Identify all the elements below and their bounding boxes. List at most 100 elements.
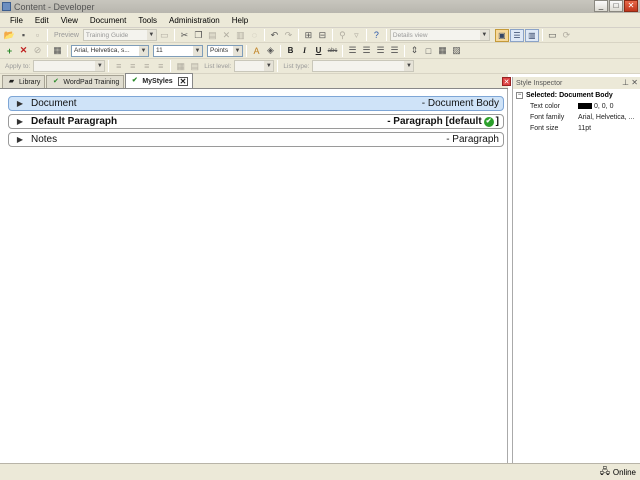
- layout-vertical-icon[interactable]: ▥: [524, 28, 539, 42]
- tab-wordpad-training[interactable]: ✔ WordPad Training: [46, 75, 125, 88]
- chevron-down-icon: ▼: [233, 45, 242, 56]
- list-level-label: List level:: [204, 62, 232, 70]
- expand-arrow-icon[interactable]: ▶: [9, 117, 31, 126]
- strikethrough-button[interactable]: abc: [326, 44, 339, 57]
- menu-help[interactable]: Help: [226, 16, 254, 25]
- preview-button[interactable]: Preview: [51, 32, 82, 39]
- menu-view[interactable]: View: [55, 16, 84, 25]
- spacing-icon[interactable]: ⇕: [408, 44, 421, 57]
- app-icon: [2, 2, 11, 11]
- clipboard-icon[interactable]: ▥: [234, 29, 247, 42]
- layout-horizontal-icon[interactable]: ☰: [509, 28, 524, 42]
- document-tab-bar: ▰ Library ✔ WordPad Training ✔ MyStyles …: [0, 73, 508, 89]
- menu-document[interactable]: Document: [84, 16, 132, 25]
- expand-arrow-icon[interactable]: ▶: [9, 99, 31, 108]
- bullets-icon[interactable]: ≡: [112, 60, 125, 73]
- menu-tools[interactable]: Tools: [132, 16, 163, 25]
- styles-pane: ▶ Document - Document Body ▶ Default Par…: [0, 89, 508, 463]
- apply-to-combo[interactable]: ▼: [33, 60, 106, 72]
- delete-icon[interactable]: ✕: [220, 29, 233, 42]
- format-toolbar: + ✕ ⊘ ▦ Arial, Helvetica, s... ▼ 11 ▼ Poin…: [0, 43, 640, 59]
- align-center-icon[interactable]: ☰: [360, 44, 373, 57]
- justify-icon[interactable]: ☰: [388, 44, 401, 57]
- chevron-down-icon: ▼: [479, 30, 489, 40]
- cut-icon[interactable]: ✂: [178, 29, 191, 42]
- align-left-icon[interactable]: ☰: [346, 44, 359, 57]
- book-icon: ▰: [8, 78, 15, 85]
- indent-icon[interactable]: ≡: [154, 60, 167, 73]
- binoculars-icon[interactable]: ⚲: [336, 29, 349, 42]
- preview-icon[interactable]: ▦: [51, 44, 64, 57]
- expand-icon[interactable]: ⊞: [302, 29, 315, 42]
- help-icon[interactable]: ?: [370, 29, 383, 42]
- close-icon[interactable]: ✕: [631, 78, 638, 87]
- apply-to-label: Apply to:: [5, 62, 31, 70]
- properties-icon[interactable]: ▭: [546, 29, 559, 42]
- document-icon[interactable]: ▭: [158, 29, 171, 42]
- close-tab-icon[interactable]: ✕: [177, 76, 189, 86]
- style-row-default-paragraph[interactable]: ▶ Default Paragraph - Paragraph [default…: [8, 114, 504, 129]
- separator: [47, 29, 48, 41]
- font-size-combo[interactable]: 11 ▼: [153, 44, 203, 57]
- inspector-row-text-color: Text color 0, 0, 0: [530, 103, 614, 110]
- close-button[interactable]: ✕: [624, 0, 638, 12]
- color-swatch: [578, 103, 592, 110]
- style-row-document[interactable]: ▶ Document - Document Body: [8, 96, 504, 111]
- chevron-down-icon: ▼: [95, 61, 105, 71]
- list-table-icon[interactable]: ▦: [174, 60, 187, 73]
- outdent-icon[interactable]: ≡: [140, 60, 153, 73]
- image-icon[interactable]: ▨: [450, 44, 463, 57]
- font-family-combo[interactable]: Arial, Helvetica, s... ▼: [71, 44, 149, 57]
- folder-open-icon[interactable]: 📂: [3, 29, 16, 42]
- expand-arrow-icon[interactable]: ▶: [9, 135, 31, 144]
- undo-icon[interactable]: ↶: [268, 29, 281, 42]
- list-toolbar: Apply to: ▼ ≡ ≡ ≡ ≡ ▦ ▤ List level: ▼ Li…: [0, 59, 640, 74]
- filter-icon[interactable]: ▿: [350, 29, 363, 42]
- remove-icon[interactable]: ✕: [17, 44, 30, 57]
- redo-icon[interactable]: ↷: [282, 29, 295, 42]
- project-combo[interactable]: Training Guide ▼: [82, 29, 157, 41]
- bold-button[interactable]: B: [284, 44, 297, 57]
- collapse-icon[interactable]: ⊟: [316, 29, 329, 42]
- close-panel-icon[interactable]: ✕: [502, 77, 511, 86]
- align-right-icon[interactable]: ☰: [374, 44, 387, 57]
- style-row-notes[interactable]: ▶ Notes - Paragraph: [8, 132, 504, 147]
- inspector-selected: − Selected: Document Body: [516, 92, 613, 99]
- italic-button[interactable]: I: [298, 44, 311, 57]
- status-text: Online: [612, 467, 636, 477]
- pin-icon[interactable]: ⊥: [622, 78, 629, 87]
- cancel-icon[interactable]: ⊘: [31, 44, 44, 57]
- view-combo[interactable]: Details view ▼: [389, 29, 490, 41]
- minimize-button[interactable]: _: [594, 0, 608, 12]
- menu-file[interactable]: File: [4, 16, 29, 25]
- fill-color-icon[interactable]: ◈: [264, 44, 277, 57]
- list-type-combo[interactable]: ▼: [312, 60, 415, 72]
- print-icon[interactable]: ▫: [31, 29, 44, 42]
- refresh-icon[interactable]: ⟳: [560, 29, 573, 42]
- collapse-icon[interactable]: −: [516, 92, 523, 99]
- list-grid-icon[interactable]: ▤: [188, 60, 201, 73]
- chevron-down-icon: ▼: [139, 45, 148, 56]
- network-icon: 🖧: [599, 466, 610, 476]
- list-type-label: List type:: [283, 62, 310, 70]
- add-icon[interactable]: +: [3, 44, 16, 57]
- paste-icon[interactable]: ▤: [206, 29, 219, 42]
- find-icon[interactable]: ◌: [248, 29, 261, 42]
- menu-administration[interactable]: Administration: [163, 16, 226, 25]
- border-icon[interactable]: □: [422, 44, 435, 57]
- font-color-icon[interactable]: A: [250, 44, 263, 57]
- numbering-icon[interactable]: ≡: [126, 60, 139, 73]
- underline-button[interactable]: U: [312, 44, 325, 57]
- tab-library[interactable]: ▰ Library: [2, 75, 46, 88]
- list-level-combo[interactable]: ▼: [234, 60, 275, 72]
- menu-edit[interactable]: Edit: [29, 16, 55, 25]
- tab-mystyles[interactable]: ✔ MyStyles ✕: [125, 73, 194, 88]
- save-icon[interactable]: ▪: [17, 29, 30, 42]
- copy-icon[interactable]: ❐: [192, 29, 205, 42]
- layout-single-icon[interactable]: ▣: [494, 28, 509, 42]
- table-icon[interactable]: ▦: [436, 44, 449, 57]
- unit-combo[interactable]: Points ▼: [207, 44, 243, 57]
- window-title: Content - Developer: [14, 1, 95, 12]
- maximize-button[interactable]: □: [609, 0, 623, 12]
- status-bar: 🖧 Online: [0, 463, 640, 480]
